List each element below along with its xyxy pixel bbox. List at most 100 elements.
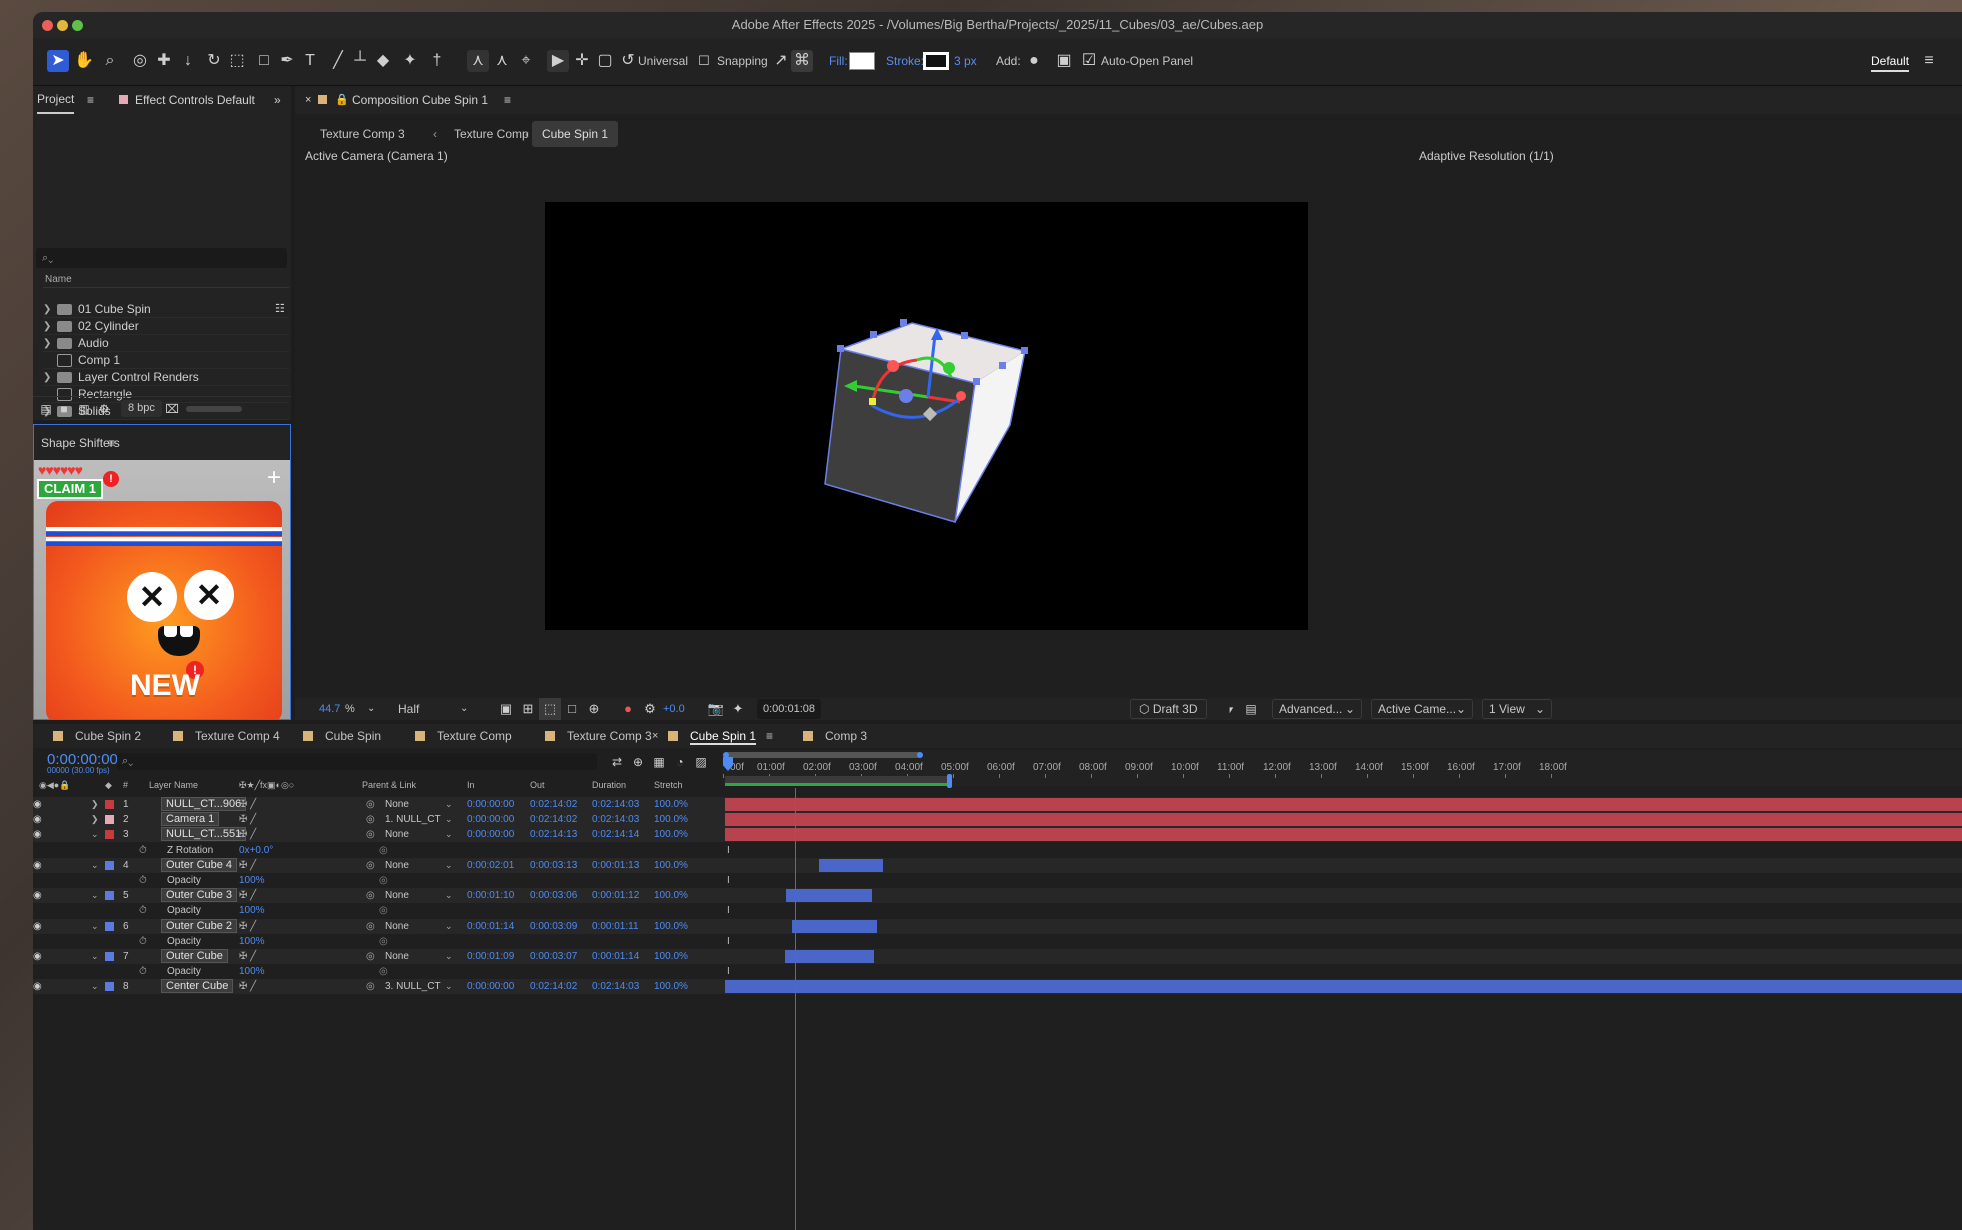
dolly-tool-icon[interactable]: ↓ [177, 50, 199, 72]
pen-tool-icon[interactable]: ✒ [276, 50, 298, 72]
snapping-checkbox[interactable]: ☐ [693, 50, 715, 72]
workspace-default[interactable]: Default [1871, 52, 1910, 72]
timeline-tab[interactable]: Cube Spin 2 [53, 724, 141, 748]
layer-stretch[interactable]: 100.0% [654, 949, 688, 964]
timeline-search-input[interactable]: ⌕⌄ [117, 753, 597, 770]
chevron-right-icon[interactable]: ❯ [43, 369, 53, 386]
label-color-swatch[interactable] [105, 860, 114, 870]
frame-blending-icon[interactable]: ◔ [669, 751, 691, 773]
layer-in-point[interactable]: 0:00:01:09 [467, 949, 514, 964]
new-composition-icon[interactable]: ▥ [73, 398, 95, 420]
pickwhip-icon[interactable]: ◎ [366, 919, 375, 934]
auto-open-checkbox[interactable]: ☑ [1078, 50, 1100, 72]
workspace-menu-icon[interactable]: ≡ [1918, 50, 1940, 72]
keyframe-icon[interactable]: I [727, 843, 730, 858]
breadcrumb-cube-spin-1[interactable]: Cube Spin 1 [532, 121, 619, 147]
parent-dropdown[interactable]: None [385, 827, 409, 842]
new-folder-icon[interactable]: ■ [53, 398, 75, 420]
layer-out-point[interactable]: 0:00:03:13 [530, 858, 577, 873]
transparency-grid-icon[interactable]: ⊞ [517, 698, 539, 720]
chevron-down-icon[interactable]: ⌄ [445, 979, 453, 994]
timeline-tab[interactable]: Texture Comp 4 [173, 724, 280, 748]
layer-name[interactable]: Camera 1 [161, 812, 220, 827]
project-item[interactable]: Comp 1 [43, 352, 289, 369]
layer-switches-icons[interactable]: ✠ ╱ [239, 979, 256, 994]
extended-viewer-icon[interactable]: ⎖ [1220, 698, 1242, 720]
label-color-swatch[interactable] [105, 982, 114, 992]
pickwhip-icon[interactable]: ◎ [366, 827, 375, 842]
flowchart-icon[interactable]: ☷ [275, 301, 285, 318]
layer-duration[interactable]: 0:00:01:11 [592, 919, 639, 934]
layer-row[interactable]: ◉ ⌄ 8 Center Cube ✠ ╱ ◎ 3. NULL_CT ⌄ 0:00:00:00 0… [33, 979, 1962, 995]
mascot-card[interactable]: ✕ ✕ ! NEW [46, 501, 282, 719]
auto-open-label[interactable]: Auto-Open Panel [1101, 52, 1193, 70]
project-item[interactable]: ❯ 02 Cylinder [43, 318, 289, 335]
switches-icons[interactable]: ✠★╱fx▣◐◎○ [239, 780, 294, 791]
layer-stretch[interactable]: 100.0% [654, 979, 688, 994]
world-axis-icon[interactable]: ⋏ [491, 50, 513, 72]
show-snapshot-icon[interactable]: ✦ [727, 698, 749, 720]
draft-3d-timeline-icon[interactable]: ⊕ [627, 751, 649, 773]
visibility-eye-icon[interactable]: ◉ [33, 858, 42, 873]
label-column-icon[interactable]: ◆ [105, 780, 112, 791]
layer-duration[interactable]: 0:00:01:13 [592, 858, 639, 873]
color-channels-icon[interactable]: ● [617, 698, 639, 720]
twirl-chevron-icon[interactable]: ⌄ [91, 827, 99, 842]
chevron-down-icon[interactable]: ⌄ [445, 858, 453, 873]
lock-icon[interactable]: 🔒 [335, 86, 349, 114]
project-item[interactable]: ❯ Layer Control Renders [43, 369, 289, 386]
panel-overflow-icon[interactable]: » [274, 86, 281, 114]
layer-duration-bar[interactable] [792, 919, 877, 933]
twirl-chevron-icon[interactable]: ⌄ [91, 888, 99, 903]
orbit-tool-icon[interactable]: ◎ [129, 50, 151, 72]
snap-options-icon[interactable]: ↗ [770, 50, 792, 72]
layer-row[interactable]: ◉ ⌄ 6 Outer Cube 2 ✠ ╱ ◎ None ⌄ 0:00:01:14 0:00:0… [33, 918, 1962, 934]
layer-row[interactable]: ◉ ⌄ 3 NULL_CT...551 ✠ ╱ ◎ None ⌄ 0:00:00:00 0:02:… [33, 827, 1962, 843]
property-row[interactable]: ⏱ Opacity 100% ◎ I [33, 933, 1962, 949]
gizmo-select-icon[interactable]: ▶ [547, 50, 569, 72]
layer-name[interactable]: Center Cube [161, 979, 234, 994]
gizmo-rotate-icon[interactable]: ↺ [617, 50, 639, 72]
pickwhip-icon[interactable]: ◎ [366, 888, 375, 903]
layer-duration-bar[interactable] [818, 858, 883, 872]
column-stretch[interactable]: Stretch [654, 780, 683, 790]
twirl-chevron-icon[interactable]: ⌄ [91, 919, 99, 934]
chevron-down-icon[interactable]: ⌄ [445, 919, 453, 934]
layer-duration-bar[interactable] [725, 828, 1962, 842]
layer-duration[interactable]: 0:02:14:03 [592, 797, 639, 812]
rectangle-tool-icon[interactable]: □ [253, 50, 275, 72]
guides-icon[interactable]: □ [561, 698, 583, 720]
visibility-eye-icon[interactable]: ◉ [33, 888, 42, 903]
current-time-field[interactable]: 0:00:01:08 [757, 699, 821, 719]
graph-editor-icon[interactable]: ▨ [690, 751, 712, 773]
work-area-bar[interactable] [725, 776, 951, 786]
expression-pickwhip-icon[interactable]: ◎ [379, 903, 388, 918]
composition-viewer[interactable] [545, 202, 1308, 630]
timeline-tab[interactable]: Cube Spin [303, 724, 381, 748]
pickwhip-icon[interactable]: ◎ [366, 812, 375, 827]
timeline-tab[interactable]: Texture Comp [415, 724, 512, 748]
fill-swatch[interactable] [849, 52, 875, 70]
layer-stretch[interactable]: 100.0% [654, 827, 688, 842]
layer-duration-bar[interactable] [784, 950, 874, 963]
region-of-interest-icon[interactable]: ▣ [495, 698, 517, 720]
clone-stamp-tool-icon[interactable]: ┴ [349, 50, 371, 72]
layer-in-point[interactable]: 0:00:00:00 [467, 797, 514, 812]
property-value[interactable]: 100% [239, 964, 265, 979]
visibility-eye-icon[interactable]: ◉ [33, 827, 42, 842]
add-shape-button[interactable]: + [267, 466, 281, 490]
layer-duration[interactable]: 0:02:14:03 [592, 979, 639, 994]
chevron-down-icon[interactable]: ⌄ [445, 797, 453, 812]
layer-stretch[interactable]: 100.0% [654, 919, 688, 934]
parent-dropdown[interactable]: None [385, 919, 409, 934]
chevron-down-icon[interactable]: ⌄ [445, 949, 453, 964]
visibility-eye-icon[interactable]: ◉ [33, 797, 42, 812]
layer-duration[interactable]: 0:02:14:03 [592, 812, 639, 827]
stopwatch-icon[interactable]: ⏱ [139, 903, 147, 918]
label-color-swatch[interactable] [105, 891, 114, 901]
layer-row[interactable]: ◉ ❯ 2 Camera 1 ✠ ╱ ◎ 1. NULL_CT ⌄ 0:00:00:00 0:02… [33, 812, 1962, 828]
stopwatch-icon[interactable]: ⏱ [139, 964, 147, 979]
layer-switches-icons[interactable]: ✠ ╱ [239, 812, 256, 827]
add-menu-icon[interactable]: ● [1023, 50, 1045, 72]
gizmo-move-icon[interactable]: ✛ [571, 50, 593, 72]
